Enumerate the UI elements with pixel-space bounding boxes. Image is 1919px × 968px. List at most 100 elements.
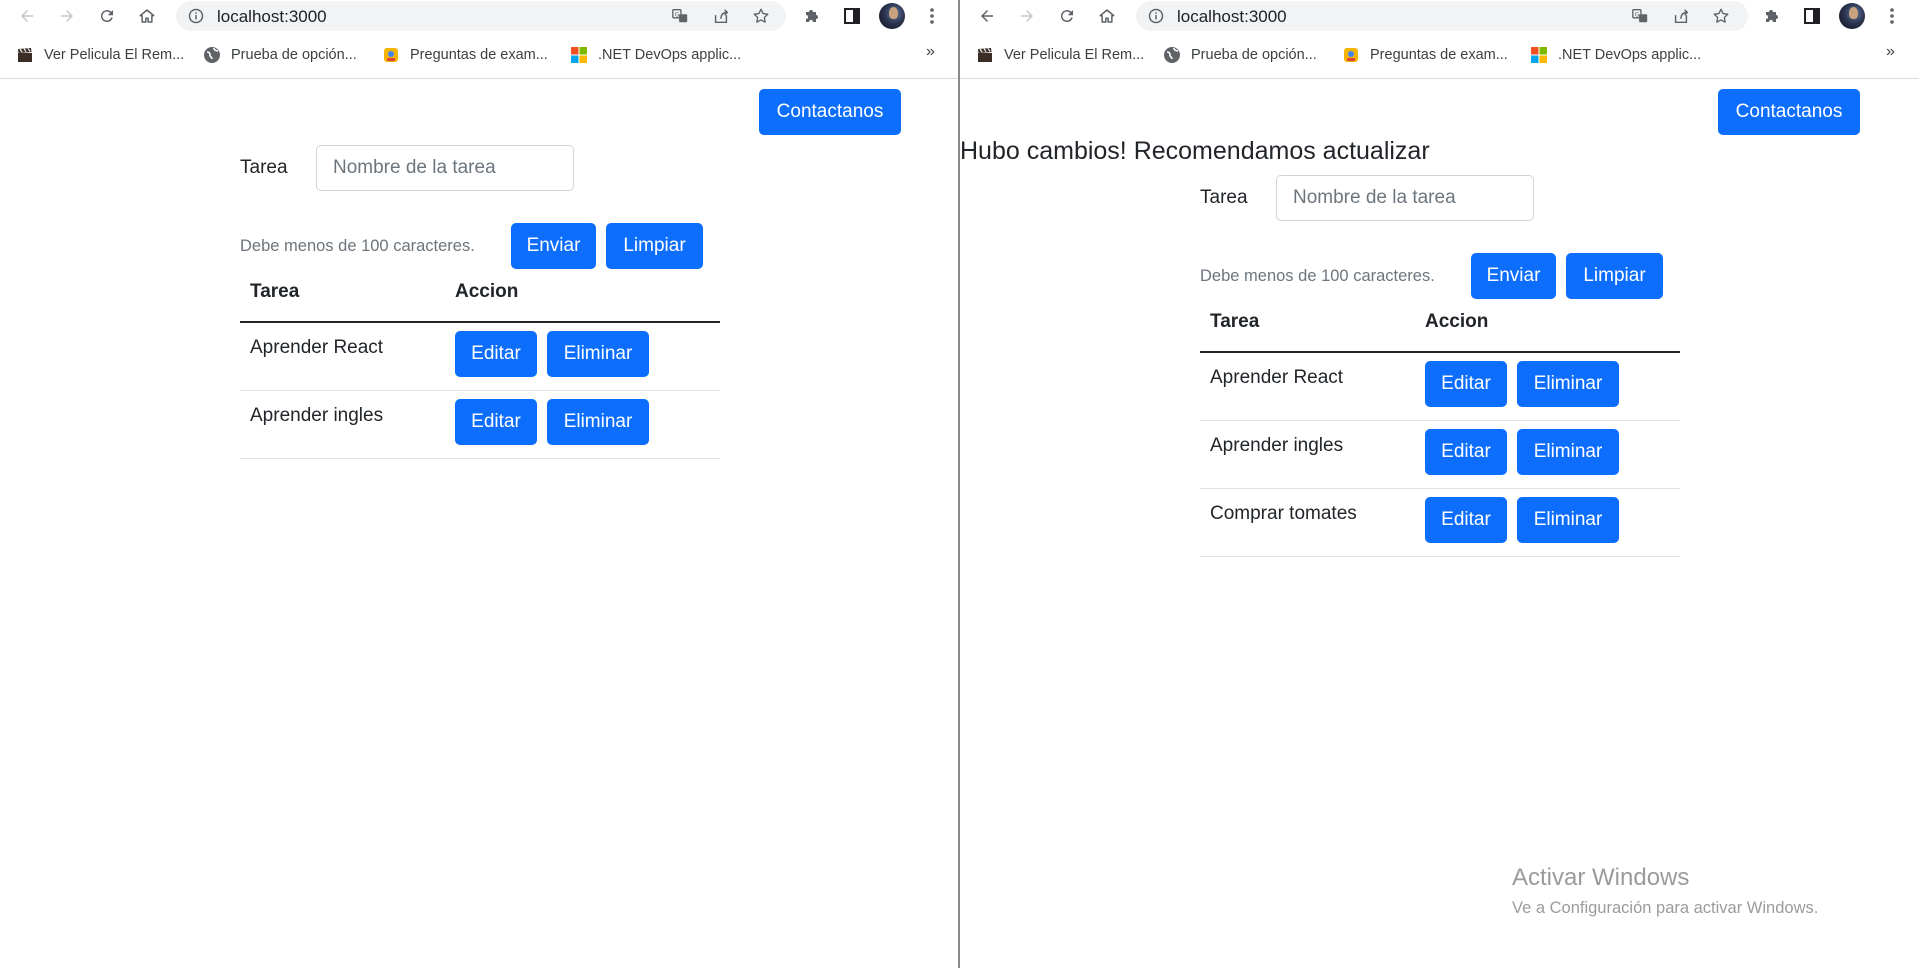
task-cell: Aprender ingles xyxy=(250,405,384,426)
left-browser-window: localhost:3000 G Ver Pelicula El Rem... … xyxy=(0,0,958,968)
site-info-icon[interactable] xyxy=(188,8,204,24)
bookmark-label: Prueba de opción... xyxy=(1191,47,1317,63)
task-cell: Aprender React xyxy=(1210,367,1344,388)
delete-button[interactable]: Eliminar xyxy=(547,399,649,445)
translate-icon[interactable]: G xyxy=(671,7,689,25)
delete-button[interactable]: Eliminar xyxy=(1517,361,1619,407)
microsoft-icon xyxy=(1530,46,1548,64)
bookmarks-bar: Ver Pelicula El Rem... Prueba de opción.… xyxy=(0,40,958,70)
bookmark-label: Preguntas de exam... xyxy=(1370,47,1508,63)
update-banner: Hubo cambios! Recomendamos actualizar xyxy=(960,137,1430,165)
bookmark-item[interactable]: .NET DevOps applic... xyxy=(570,44,741,66)
film-clapper-icon xyxy=(976,46,994,64)
svg-text:G: G xyxy=(675,11,680,18)
row-divider xyxy=(1200,420,1680,421)
quiz-app-icon xyxy=(1342,46,1360,64)
send-button[interactable]: Enviar xyxy=(511,223,596,269)
more-menu-icon[interactable] xyxy=(1882,6,1902,26)
quiz-app-icon xyxy=(382,46,400,64)
task-name-input[interactable] xyxy=(316,145,574,191)
address-bar[interactable]: localhost:3000 G xyxy=(1136,1,1748,31)
row-divider xyxy=(1200,556,1680,557)
bookmark-item[interactable]: Ver Pelicula El Rem... xyxy=(16,44,184,66)
more-bookmarks-chevron[interactable]: » xyxy=(1886,43,1895,61)
task-label: Tarea xyxy=(1200,187,1248,208)
bookmark-label: .NET DevOps applic... xyxy=(1558,47,1702,63)
help-text: Debe menos de 100 caracteres. xyxy=(1200,267,1435,285)
url-text: localhost:3000 xyxy=(1177,7,1287,26)
svg-text:G: G xyxy=(1635,11,1640,18)
reload-icon[interactable] xyxy=(94,3,120,29)
bookmark-label: Prueba de opción... xyxy=(231,47,357,63)
reload-icon[interactable] xyxy=(1054,3,1080,29)
extensions-puzzle-icon[interactable] xyxy=(1762,6,1782,26)
more-menu-icon[interactable] xyxy=(922,6,942,26)
row-divider xyxy=(1200,488,1680,489)
bookmark-item[interactable]: Preguntas de exam... xyxy=(1342,44,1508,66)
page-content: Contactanos Tarea Debe menos de 100 cara… xyxy=(0,79,958,968)
profile-avatar[interactable] xyxy=(879,3,905,29)
bookmark-star-icon[interactable] xyxy=(1712,7,1730,25)
clear-button[interactable]: Limpiar xyxy=(606,223,703,269)
task-cell: Comprar tomates xyxy=(1210,503,1357,524)
address-bar[interactable]: localhost:3000 G xyxy=(176,1,786,31)
task-name-input[interactable] xyxy=(1276,175,1534,221)
table-header-border xyxy=(240,321,720,323)
bookmark-label: .NET DevOps applic... xyxy=(598,47,742,63)
windows-activation-subtitle: Ve a Configuración para activar Windows. xyxy=(1512,899,1819,917)
film-clapper-icon xyxy=(16,46,34,64)
bookmarks-bar: Ver Pelicula El Rem... Prueba de opción.… xyxy=(960,40,1919,70)
more-bookmarks-chevron[interactable]: » xyxy=(926,43,935,61)
edit-button[interactable]: Editar xyxy=(455,331,537,377)
side-panel-icon[interactable] xyxy=(1802,6,1822,26)
microsoft-icon xyxy=(570,46,588,64)
home-icon[interactable] xyxy=(1094,3,1120,29)
column-header-accion: Accion xyxy=(455,281,519,302)
contact-button[interactable]: Contactanos xyxy=(759,89,901,135)
url-text: localhost:3000 xyxy=(217,7,327,26)
forward-arrow-icon[interactable] xyxy=(54,3,80,29)
globe-icon xyxy=(203,46,221,64)
back-arrow-icon[interactable] xyxy=(974,3,1000,29)
share-icon[interactable] xyxy=(712,7,730,25)
edit-button[interactable]: Editar xyxy=(1425,361,1507,407)
task-label: Tarea xyxy=(240,157,288,178)
delete-button[interactable]: Eliminar xyxy=(1517,497,1619,543)
back-arrow-icon[interactable] xyxy=(14,3,40,29)
right-browser-window: localhost:3000 G Ver Pelicula El Rem... … xyxy=(960,0,1919,968)
edit-button[interactable]: Editar xyxy=(1425,429,1507,475)
bookmark-item[interactable]: .NET DevOps applic... xyxy=(1530,44,1701,66)
bookmark-label: Preguntas de exam... xyxy=(410,47,548,63)
help-text: Debe menos de 100 caracteres. xyxy=(240,237,475,255)
edit-button[interactable]: Editar xyxy=(455,399,537,445)
contact-button[interactable]: Contactanos xyxy=(1718,89,1860,135)
task-cell: Aprender ingles xyxy=(1210,435,1344,456)
table-header-border xyxy=(1200,351,1680,353)
bookmark-label: Ver Pelicula El Rem... xyxy=(44,47,185,63)
browser-toolbar: localhost:3000 G xyxy=(0,0,958,32)
column-header-accion: Accion xyxy=(1425,311,1489,332)
share-icon[interactable] xyxy=(1672,7,1690,25)
bookmark-item[interactable]: Prueba de opción... xyxy=(203,44,357,66)
extensions-puzzle-icon[interactable] xyxy=(802,6,822,26)
send-button[interactable]: Enviar xyxy=(1471,253,1556,299)
bookmark-item[interactable]: Preguntas de exam... xyxy=(382,44,548,66)
translate-icon[interactable]: G xyxy=(1631,7,1649,25)
profile-avatar[interactable] xyxy=(1839,3,1865,29)
bookmark-item[interactable]: Ver Pelicula El Rem... xyxy=(976,44,1144,66)
forward-arrow-icon[interactable] xyxy=(1014,3,1040,29)
browser-toolbar: localhost:3000 G xyxy=(960,0,1919,32)
row-divider xyxy=(240,390,720,391)
side-panel-icon[interactable] xyxy=(842,6,862,26)
task-cell: Aprender React xyxy=(250,337,384,358)
edit-button[interactable]: Editar xyxy=(1425,497,1507,543)
bookmark-star-icon[interactable] xyxy=(752,7,770,25)
globe-icon xyxy=(1163,46,1181,64)
home-icon[interactable] xyxy=(134,3,160,29)
delete-button[interactable]: Eliminar xyxy=(547,331,649,377)
delete-button[interactable]: Eliminar xyxy=(1517,429,1619,475)
site-info-icon[interactable] xyxy=(1148,8,1164,24)
bookmark-label: Ver Pelicula El Rem... xyxy=(1004,47,1145,63)
clear-button[interactable]: Limpiar xyxy=(1566,253,1663,299)
bookmark-item[interactable]: Prueba de opción... xyxy=(1163,44,1317,66)
